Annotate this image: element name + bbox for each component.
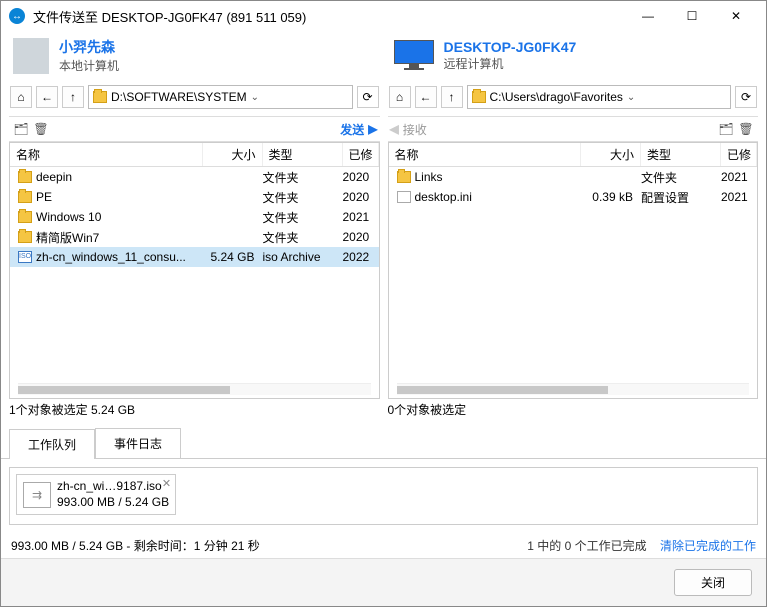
minimize-button[interactable]: — bbox=[626, 2, 670, 30]
local-refresh-button[interactable]: ⟳ bbox=[357, 86, 379, 108]
file-row[interactable]: ISO zh-cn_windows_11_consu...5.24 GBiso A… bbox=[10, 247, 379, 267]
file-type: iso Archive bbox=[259, 250, 339, 264]
jobs-completed: 1 中的 0 个工作已完成 bbox=[527, 539, 646, 553]
file-name: deepin bbox=[36, 170, 199, 184]
remote-path-input[interactable]: C:\Users\drago\Favorites ⌄ bbox=[467, 85, 732, 109]
file-row[interactable]: 精简版Win7 文件夹2020 bbox=[10, 227, 379, 247]
app-icon bbox=[9, 8, 25, 24]
transfer-status: 993.00 MB / 5.24 GB - 剩余时间：1 分钟 21 秒 bbox=[11, 537, 527, 554]
file-row[interactable]: desktop.ini0.39 kB配置设置2021 bbox=[389, 187, 758, 207]
file-modified: 2020 bbox=[339, 230, 375, 244]
file-type: 文件夹 bbox=[259, 229, 339, 246]
window-title: 文件传送至 DESKTOP-JG0FK47 (891 511 059) bbox=[33, 7, 626, 26]
local-new-folder-button[interactable]: 🗂 bbox=[11, 119, 31, 139]
folder-icon bbox=[397, 171, 411, 183]
col-type[interactable]: 类型 bbox=[263, 143, 343, 166]
close-button[interactable]: 关闭 bbox=[674, 569, 752, 596]
file-name: PE bbox=[36, 190, 199, 204]
remote-up-button[interactable]: ↑ bbox=[441, 86, 463, 108]
send-arrow-icon: ▶ bbox=[368, 122, 377, 136]
local-h-scrollbar[interactable] bbox=[18, 383, 371, 395]
file-size: 0.39 kB bbox=[577, 190, 637, 204]
local-up-button[interactable]: ↑ bbox=[62, 86, 84, 108]
file-row[interactable]: Windows 10 文件夹2021 bbox=[10, 207, 379, 227]
queue-item-close[interactable]: ✕ bbox=[162, 477, 171, 490]
local-file-pane: 名称 大小 类型 已修 deepin文件夹2020PE文件夹2020Window… bbox=[9, 142, 380, 399]
local-user-avatar bbox=[13, 38, 49, 74]
remote-home-button[interactable]: ⌂ bbox=[389, 86, 411, 108]
file-name: Windows 10 bbox=[36, 210, 199, 224]
chevron-down-icon[interactable]: ⌄ bbox=[251, 92, 348, 103]
remote-back-button[interactable]: ← bbox=[415, 86, 437, 108]
col-size[interactable]: 大小 bbox=[203, 143, 263, 166]
folder-icon bbox=[18, 231, 32, 243]
file-type: 文件夹 bbox=[259, 169, 339, 186]
local-path-input[interactable]: D:\SOFTWARE\SYSTEM ⌄ bbox=[88, 85, 353, 109]
file-type: 配置设置 bbox=[637, 189, 717, 206]
local-name: 小羿先森 bbox=[59, 37, 119, 57]
remote-delete-button[interactable]: 🗑 bbox=[736, 119, 756, 139]
col-name[interactable]: 名称 bbox=[10, 143, 203, 166]
remote-new-folder-button[interactable]: 🗂 bbox=[716, 119, 736, 139]
remote-file-pane: 名称 大小 类型 已修 Links文件夹2021desktop.ini0.39 … bbox=[388, 142, 759, 399]
file-row[interactable]: deepin 文件夹2020 bbox=[10, 167, 379, 187]
file-modified: 2021 bbox=[717, 190, 753, 204]
col-modified[interactable]: 已修 bbox=[343, 143, 379, 166]
receive-button[interactable]: 接收 bbox=[399, 121, 431, 138]
remote-subtitle: 远程计算机 bbox=[444, 55, 577, 72]
local-delete-button[interactable]: 🗑 bbox=[31, 119, 51, 139]
file-name: Links bbox=[415, 170, 578, 184]
local-home-button[interactable]: ⌂ bbox=[10, 86, 32, 108]
remote-monitor-icon bbox=[394, 40, 434, 72]
send-button[interactable]: 发送 bbox=[336, 121, 368, 138]
file-row[interactable]: PE 文件夹2020 bbox=[10, 187, 379, 207]
file-name: 精简版Win7 bbox=[36, 229, 199, 246]
file-modified: 2021 bbox=[717, 170, 753, 184]
file-type: 文件夹 bbox=[259, 189, 339, 206]
file-modified: 2022 bbox=[339, 250, 375, 264]
local-subtitle: 本地计算机 bbox=[59, 57, 119, 74]
maximize-button[interactable]: ☐ bbox=[670, 2, 714, 30]
local-path-text: D:\SOFTWARE\SYSTEM bbox=[111, 90, 247, 104]
file-modified: 2021 bbox=[339, 210, 375, 224]
col-name[interactable]: 名称 bbox=[389, 143, 582, 166]
chevron-down-icon[interactable]: ⌄ bbox=[627, 92, 726, 103]
folder-icon bbox=[93, 91, 107, 103]
ini-icon bbox=[397, 191, 411, 203]
queue-item-progress: 993.00 MB / 5.24 GB bbox=[57, 495, 169, 511]
iso-icon: ISO bbox=[18, 251, 32, 263]
col-modified[interactable]: 已修 bbox=[721, 143, 757, 166]
remote-name: DESKTOP-JG0FK47 bbox=[444, 39, 577, 55]
transfer-icon: ⇉ bbox=[23, 482, 51, 508]
receive-arrow-icon: ◀ bbox=[390, 122, 399, 136]
col-size[interactable]: 大小 bbox=[581, 143, 641, 166]
col-type[interactable]: 类型 bbox=[641, 143, 721, 166]
file-type: 文件夹 bbox=[637, 169, 717, 186]
local-back-button[interactable]: ← bbox=[36, 86, 58, 108]
folder-icon bbox=[18, 211, 32, 223]
folder-icon bbox=[18, 171, 32, 183]
remote-path-text: C:\Users\drago\Favorites bbox=[490, 90, 623, 104]
tab-log[interactable]: 事件日志 bbox=[95, 428, 181, 458]
file-row[interactable]: Links 文件夹2021 bbox=[389, 167, 758, 187]
local-status: 1个对象被选定 5.24 GB bbox=[9, 401, 380, 418]
clear-completed-link[interactable]: 清除已完成的工作 bbox=[660, 539, 756, 553]
folder-icon bbox=[18, 191, 32, 203]
close-window-button[interactable]: ✕ bbox=[714, 2, 758, 30]
file-name: desktop.ini bbox=[415, 190, 578, 204]
tab-queue[interactable]: 工作队列 bbox=[9, 429, 95, 459]
remote-h-scrollbar[interactable] bbox=[397, 383, 750, 395]
file-size: 5.24 GB bbox=[199, 250, 259, 264]
file-type: 文件夹 bbox=[259, 209, 339, 226]
queue-panel: ⇉ zh-cn_wi…9187.iso 993.00 MB / 5.24 GB … bbox=[9, 467, 758, 525]
file-modified: 2020 bbox=[339, 170, 375, 184]
queue-item-name: zh-cn_wi…9187.iso bbox=[57, 479, 169, 495]
remote-refresh-button[interactable]: ⟳ bbox=[735, 86, 757, 108]
queue-item[interactable]: ⇉ zh-cn_wi…9187.iso 993.00 MB / 5.24 GB … bbox=[16, 474, 176, 515]
file-name: zh-cn_windows_11_consu... bbox=[36, 250, 199, 264]
remote-status: 0个对象被选定 bbox=[388, 401, 759, 418]
folder-icon bbox=[472, 91, 486, 103]
file-modified: 2020 bbox=[339, 190, 375, 204]
